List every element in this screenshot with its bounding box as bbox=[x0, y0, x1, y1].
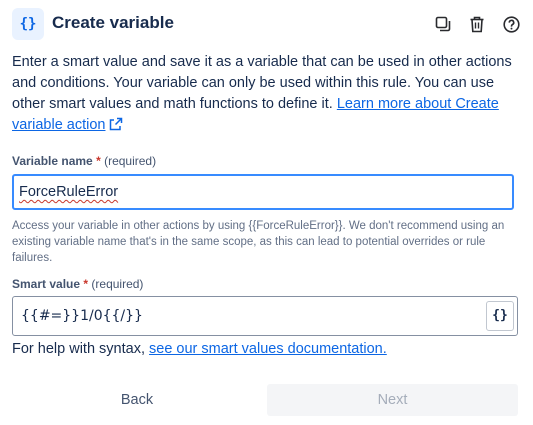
required-text: (required) bbox=[104, 154, 157, 168]
header-actions bbox=[432, 12, 522, 36]
insert-smart-value-button[interactable]: {} bbox=[486, 301, 514, 331]
smart-value-input[interactable]: {{#=}}1/0{{/}} {} bbox=[12, 296, 518, 336]
back-button[interactable]: Back bbox=[12, 384, 262, 416]
help-icon bbox=[502, 15, 520, 33]
curly-braces-icon: {} bbox=[12, 8, 44, 40]
syntax-help-text: For help with syntax, bbox=[12, 341, 145, 357]
external-link-icon[interactable] bbox=[109, 117, 123, 131]
panel-title: Create variable bbox=[52, 13, 174, 32]
trash-icon bbox=[470, 16, 484, 32]
next-button: Next bbox=[267, 384, 518, 416]
duplicate-icon bbox=[435, 16, 451, 32]
help-button[interactable] bbox=[500, 12, 522, 36]
duplicate-button[interactable] bbox=[432, 12, 454, 36]
variable-name-input[interactable]: ForceRuleError bbox=[12, 174, 514, 210]
smart-value-label-text: Smart value bbox=[12, 277, 81, 291]
variable-name-label-text: Variable name bbox=[12, 154, 93, 168]
variable-name-helper-text: Access your variable in other actions by… bbox=[12, 220, 505, 264]
variable-name-value: ForceRuleError bbox=[19, 184, 119, 200]
required-indicator: * bbox=[96, 154, 101, 168]
variable-name-label: Variable name * (required) bbox=[12, 154, 156, 168]
required-indicator: * bbox=[83, 277, 89, 291]
syntax-help: For help with syntax, see our smart valu… bbox=[12, 341, 387, 357]
delete-button[interactable] bbox=[466, 12, 488, 36]
panel-header: {} Create variable bbox=[12, 8, 522, 40]
description: Enter a smart value and save it as a var… bbox=[12, 52, 512, 136]
smart-value-value: {{#=}}1/0{{/}} bbox=[21, 308, 143, 324]
smart-values-docs-link[interactable]: see our smart values documentation. bbox=[149, 341, 387, 357]
smart-value-label: Smart value * (required) bbox=[12, 277, 143, 291]
required-text: (required) bbox=[91, 277, 144, 291]
